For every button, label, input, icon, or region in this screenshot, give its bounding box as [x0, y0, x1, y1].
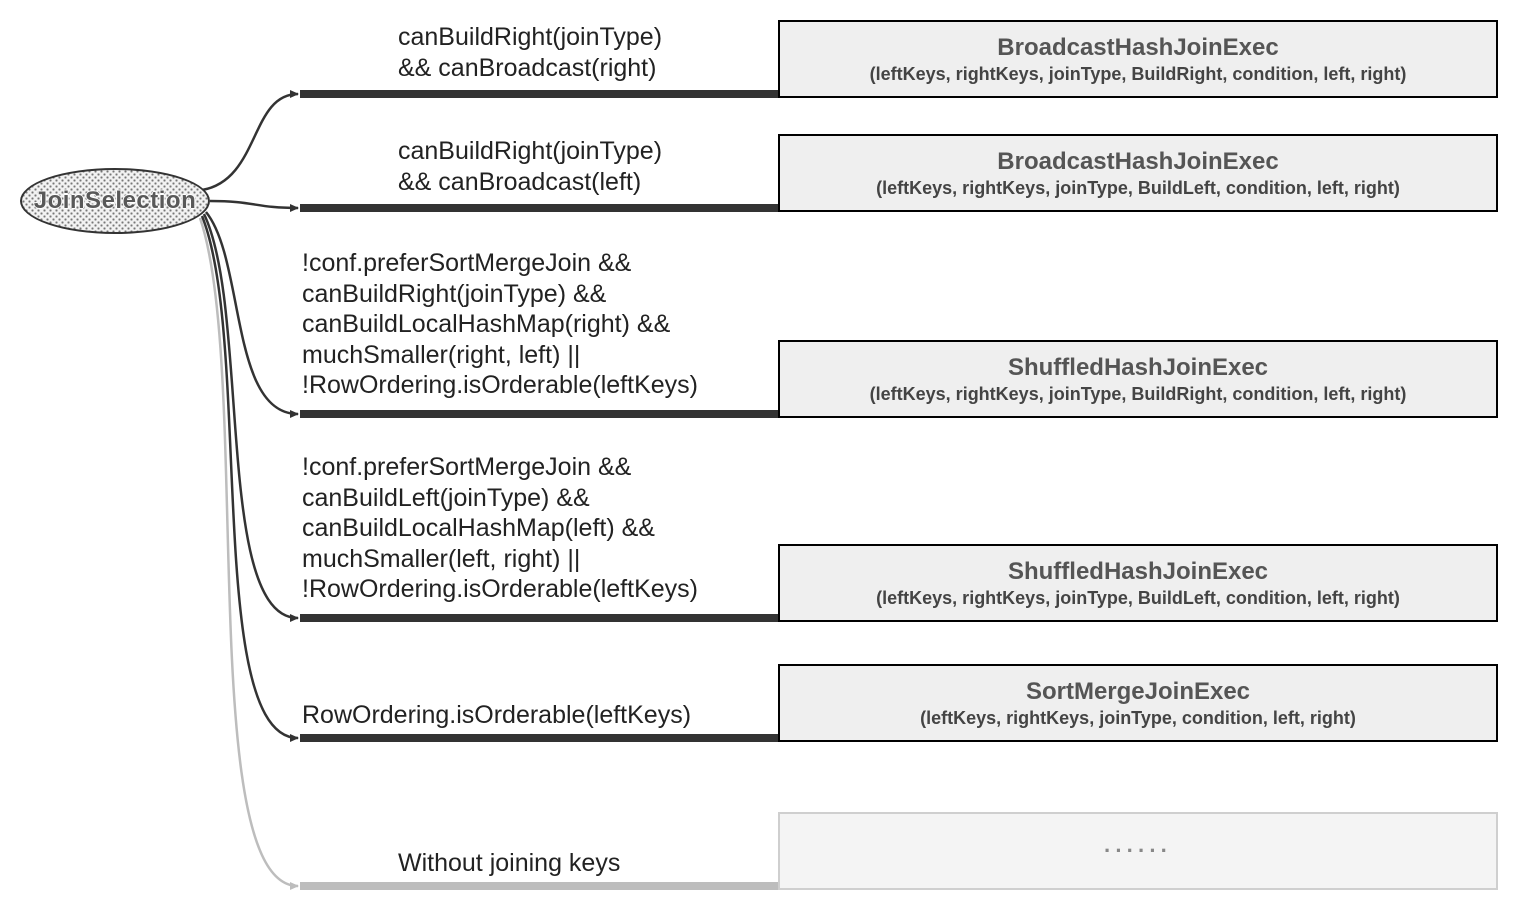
branch-bar: [300, 614, 778, 622]
dest-params: (leftKeys, rightKeys, joinType, BuildLef…: [876, 178, 1400, 199]
branch-dest-box: ShuffledHashJoinExec (leftKeys, rightKey…: [778, 544, 1498, 622]
branch-condition: !conf.preferSortMergeJoin && canBuildLef…: [302, 452, 698, 605]
branch-bar: [300, 734, 778, 742]
branch-bar: [300, 882, 778, 890]
dest-title: ShuffledHashJoinExec: [1008, 558, 1268, 586]
branch-bar: [300, 410, 778, 418]
branch-bar: [300, 204, 778, 212]
branch-dest-box: ShuffledHashJoinExec (leftKeys, rightKey…: [778, 340, 1498, 418]
branch-dest-box: ······: [778, 812, 1498, 890]
branch-condition: canBuildRight(joinType) && canBroadcast(…: [398, 136, 662, 197]
dest-title: ShuffledHashJoinExec: [1008, 354, 1268, 382]
branch-dest-box: SortMergeJoinExec (leftKeys, rightKeys, …: [778, 664, 1498, 742]
dest-params: (leftKeys, rightKeys, joinType, BuildRig…: [870, 64, 1407, 85]
dest-params: (leftKeys, rightKeys, joinType, BuildLef…: [876, 588, 1400, 609]
branch-dest-box: BroadcastHashJoinExec (leftKeys, rightKe…: [778, 20, 1498, 98]
dest-title: BroadcastHashJoinExec: [997, 34, 1278, 62]
dest-params: (leftKeys, rightKeys, joinType, conditio…: [920, 708, 1356, 729]
branch-bar: [300, 90, 778, 98]
dest-title: SortMergeJoinExec: [1026, 678, 1250, 706]
root-label: JoinSelection: [34, 187, 197, 215]
branch-condition: Without joining keys: [398, 848, 620, 879]
branch-condition: canBuildRight(joinType) && canBroadcast(…: [398, 22, 662, 83]
dest-title: BroadcastHashJoinExec: [997, 148, 1278, 176]
dest-ellipsis: ······: [1104, 838, 1172, 864]
dest-params: (leftKeys, rightKeys, joinType, BuildRig…: [870, 384, 1407, 405]
root-node: JoinSelection: [20, 168, 210, 234]
branch-condition: !conf.preferSortMergeJoin && canBuildRig…: [302, 248, 698, 401]
branch-condition: RowOrdering.isOrderable(leftKeys): [302, 700, 691, 731]
branch-dest-box: BroadcastHashJoinExec (leftKeys, rightKe…: [778, 134, 1498, 212]
diagram-canvas: JoinSelection canBuildRight(joinType) &&…: [0, 0, 1521, 923]
